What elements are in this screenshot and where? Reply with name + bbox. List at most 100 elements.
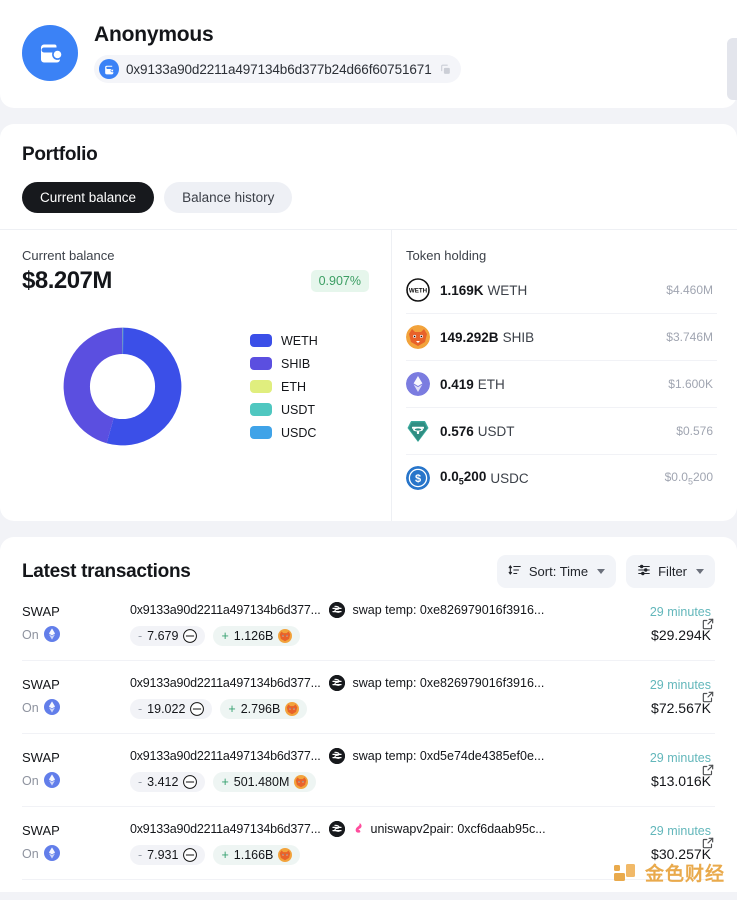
page-root: Anonymous 0x9133a90d2211a497134b6d377b24…: [0, 0, 737, 900]
tx-amount-in: + 1.166B: [213, 845, 301, 865]
swap-icon: [328, 821, 345, 837]
transaction-row[interactable]: SWAP On 0x9133a90d2211a497134b6d377... s…: [22, 734, 715, 807]
sort-icon: [508, 563, 522, 580]
token-holding-row[interactable]: 0.576 USDT $0.576: [406, 408, 717, 455]
tx-timestamp: 29 minutes: [649, 751, 711, 765]
tx-type-label: SWAP: [22, 676, 60, 692]
external-link-icon[interactable]: [701, 617, 715, 636]
filter-label: Filter: [658, 564, 687, 579]
tx-in-sign: +: [221, 629, 229, 643]
external-link-icon[interactable]: [701, 763, 715, 782]
swap-icon: [328, 748, 345, 764]
tx-in-sign: +: [221, 775, 229, 789]
tx-destination[interactable]: swap temp: 0xe826979016f3916...: [353, 603, 545, 617]
tx-detail-cell: 0x9133a90d2211a497134b6d377... swap temp…: [130, 675, 587, 719]
weth-token-icon: [190, 702, 205, 716]
tx-destination[interactable]: uniswapv2pair: 0xcf6daab95c...: [353, 821, 546, 837]
tx-in-sign: +: [221, 848, 229, 862]
ethereum-chain-icon: [43, 844, 60, 864]
tx-detail-cell: 0x9133a90d2211a497134b6d377... swap temp…: [130, 602, 587, 646]
filter-button[interactable]: Filter: [626, 555, 715, 588]
token-symbol: WETH: [487, 282, 528, 298]
token-holding-row[interactable]: $0.05200 USDC $0.05200: [406, 455, 717, 501]
transaction-row[interactable]: SWAP On 0x9133a90d2211a497134b6d377... s…: [22, 588, 715, 661]
tx-amounts: - 3.412 + 501.480M: [130, 772, 587, 792]
svg-text:$: $: [415, 473, 421, 485]
sort-button[interactable]: Sort: Time: [496, 555, 617, 588]
tx-in-amount: 1.126B: [233, 629, 274, 643]
legend-item-usdc: USDC: [250, 426, 318, 440]
token-holding-row[interactable]: WETH 1.169K WETH $4.460M: [406, 267, 717, 314]
swap-icon: [328, 602, 345, 618]
tx-chain: On: [22, 625, 130, 645]
tx-hash-row: 0x9133a90d2211a497134b6d377... swap temp…: [130, 675, 587, 691]
tx-out-sign: -: [138, 848, 143, 862]
tx-on-label: On: [22, 847, 39, 861]
tx-hash[interactable]: 0x9133a90d2211a497134b6d377...: [130, 822, 321, 836]
legend-swatch-shib: [250, 357, 272, 370]
tx-in-sign: +: [228, 702, 236, 716]
tx-chain: On: [22, 844, 130, 864]
identity-block: Anonymous 0x9133a90d2211a497134b6d377b24…: [94, 23, 461, 83]
tx-hash[interactable]: 0x9133a90d2211a497134b6d377...: [130, 749, 321, 763]
tx-destination[interactable]: swap temp: 0xe826979016f3916...: [353, 676, 545, 690]
tx-hash[interactable]: 0x9133a90d2211a497134b6d377...: [130, 603, 321, 617]
display-name: Anonymous: [94, 23, 214, 46]
filter-icon: [637, 563, 651, 580]
token-usd-value: $4.460M: [666, 283, 713, 297]
tx-hash[interactable]: 0x9133a90d2211a497134b6d377...: [130, 676, 321, 690]
tx-on-label: On: [22, 628, 39, 642]
page-title: Portfolio: [22, 144, 98, 165]
weth-token-icon: WETH: [406, 278, 430, 302]
portfolio-tabs: Current balance Balance history: [22, 182, 715, 213]
balance-pane: Current balance $8.207M 0.907% WETH SHIB E…: [0, 230, 392, 521]
tx-amount-out: - 19.022: [130, 699, 213, 719]
tx-timestamp: 29 minutes: [649, 678, 711, 692]
token-symbol: ETH: [477, 376, 505, 392]
legend-item-eth: ETH: [250, 380, 318, 394]
tx-amount-out: - 7.931: [130, 845, 206, 865]
token-amount: 0.05200: [440, 469, 487, 487]
portfolio-header: Portfolio Current balance Balance histor…: [0, 124, 737, 229]
external-link-icon[interactable]: [701, 690, 715, 709]
legend-label-eth: ETH: [281, 379, 306, 394]
ethereum-chain-icon: [43, 625, 60, 645]
tx-usd-value: $72.567K: [651, 700, 711, 716]
transaction-row[interactable]: SWAP On 0x9133a90d2211a497134b6d377... u…: [22, 807, 715, 880]
weth-token-icon: [183, 848, 198, 862]
token-holding-list: WETH 1.169K WETH $4.460M 149.292B SHIB $3.746M…: [406, 267, 717, 501]
tx-amounts: - 19.022 + 2.796B: [130, 699, 587, 719]
legend-item-usdt: USDT: [250, 403, 318, 417]
tx-out-sign: -: [138, 629, 143, 643]
allocation-chart: WETH SHIB ETH USDT USDC: [22, 309, 369, 464]
swap-icon: [328, 675, 345, 691]
shib-token-icon: [294, 775, 309, 789]
token-amount: 0.419: [440, 376, 474, 392]
address-pill[interactable]: 0x9133a90d2211a497134b6d377b24d66f607516…: [94, 55, 461, 83]
tx-type-label: SWAP: [22, 603, 60, 619]
token-amount: 149.292B: [440, 329, 499, 345]
tx-amounts: - 7.679 + 1.126B: [130, 626, 587, 646]
shib-token-icon: [406, 325, 430, 349]
token-holding-row[interactable]: 149.292B SHIB $3.746M: [406, 314, 717, 361]
tab-current-balance[interactable]: Current balance: [22, 182, 155, 213]
external-link-icon[interactable]: [701, 836, 715, 855]
token-symbol: USDC: [490, 470, 529, 486]
tx-destination[interactable]: swap temp: 0xd5e74de4385ef0e...: [353, 749, 545, 763]
legend-swatch-eth: [250, 380, 272, 393]
legend-label-usdt: USDT: [281, 402, 316, 417]
tab-balance-history[interactable]: Balance history: [164, 182, 293, 213]
legend-item-weth: WETH: [250, 334, 318, 348]
token-holding-row[interactable]: 0.419 ETH $1.600K: [406, 361, 717, 408]
tx-amounts: - 7.931 + 1.166B: [130, 845, 587, 865]
tx-amount-out: - 3.412: [130, 772, 206, 792]
transactions-card: Latest transactions Sort: Time Filter SW…: [0, 537, 737, 892]
vertical-scrollbar[interactable]: [727, 38, 737, 100]
tx-chain: On: [22, 698, 130, 718]
weth-token-icon: [183, 775, 198, 789]
copy-icon[interactable]: [439, 63, 452, 76]
tx-out-amount: 19.022: [147, 702, 186, 716]
tx-amount-out: - 7.679: [130, 626, 206, 646]
transaction-row[interactable]: SWAP On 0x9133a90d2211a497134b6d377... s…: [22, 661, 715, 734]
tx-out-sign: -: [138, 702, 143, 716]
